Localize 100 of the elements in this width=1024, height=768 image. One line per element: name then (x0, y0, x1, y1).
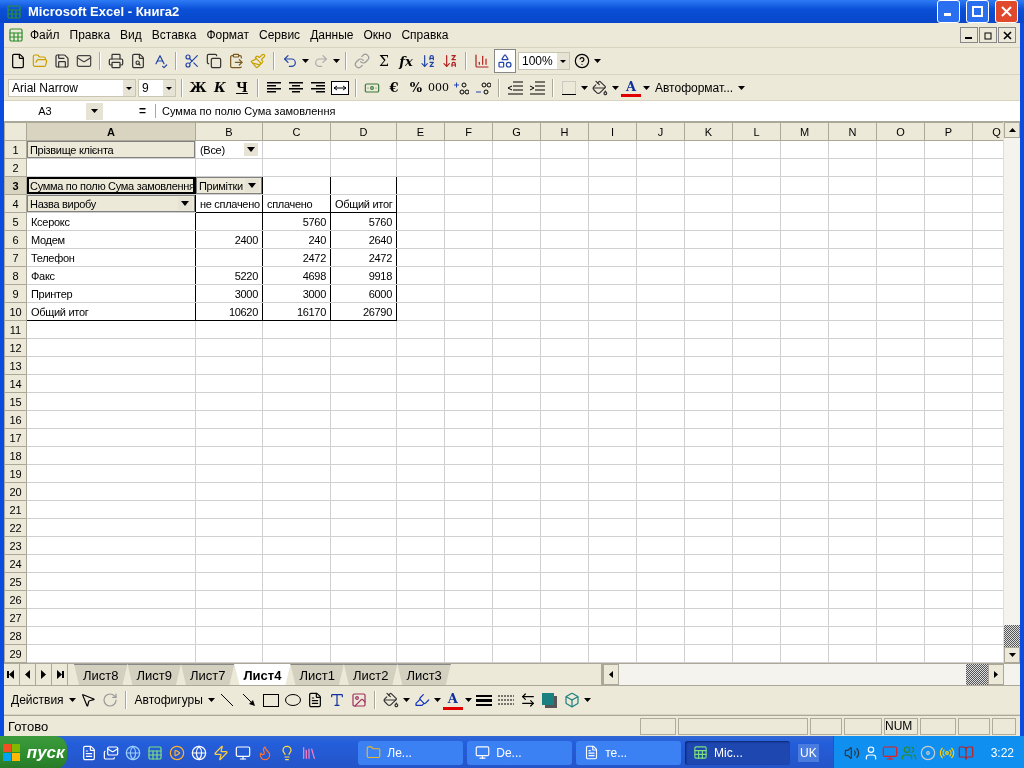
font-field[interactable]: Arial Narrow (8, 78, 136, 97)
bold-button[interactable]: Ж (188, 76, 208, 99)
column-header[interactable]: N (828, 122, 877, 141)
previous-sheet-icon[interactable] (23, 670, 32, 679)
dropdown-icon[interactable] (91, 109, 98, 113)
merge-center-icon[interactable] (331, 80, 349, 95)
caret-icon[interactable] (464, 698, 472, 702)
column-header[interactable]: L (732, 122, 781, 141)
language-indicator[interactable]: UK (798, 743, 819, 762)
workbook-icon[interactable] (8, 27, 24, 43)
sheet-tab[interactable]: Лист1 (290, 664, 344, 685)
print-preview-icon[interactable] (130, 53, 146, 69)
column-header[interactable]: P (924, 122, 973, 141)
insert-picture-icon[interactable] (350, 692, 367, 708)
sheet-tab[interactable]: Лист4 (234, 664, 291, 685)
pivot-field-button[interactable]: Прізвище клієнта (27, 141, 195, 158)
dropdown-icon[interactable] (244, 143, 258, 156)
last-sheet-icon[interactable] (55, 670, 64, 679)
function-button[interactable]: fx (396, 50, 416, 72)
dash-style-icon[interactable] (497, 694, 514, 706)
mail-icon[interactable] (103, 744, 120, 761)
column-header[interactable]: F (444, 122, 493, 141)
increase-decimal-icon[interactable] (453, 80, 469, 95)
taskbar-button[interactable]: Ле... (358, 740, 464, 765)
new-document-icon[interactable] (10, 53, 26, 69)
taskbar-button[interactable]: те... (576, 740, 682, 765)
menu-item[interactable]: Вставка (147, 26, 201, 44)
copy-icon[interactable] (206, 53, 222, 69)
close-button[interactable] (998, 27, 1016, 43)
align-left-icon[interactable] (266, 80, 282, 95)
menu-item[interactable]: Вид (116, 26, 146, 44)
caret-icon[interactable] (402, 698, 410, 702)
caret-icon[interactable] (207, 698, 215, 702)
sheet-tab[interactable]: Лист9 (127, 664, 181, 685)
column-header[interactable]: E (396, 122, 445, 141)
arrow-style-icon[interactable] (519, 692, 536, 708)
undo-icon[interactable] (282, 53, 298, 69)
menu-item[interactable]: Формат (202, 26, 254, 44)
dropdown-icon[interactable] (245, 179, 259, 192)
caret-icon[interactable] (302, 59, 309, 63)
dropdown-icon[interactable] (178, 197, 192, 210)
borders-icon[interactable] (562, 80, 576, 95)
help-icon[interactable] (574, 53, 590, 69)
caret-icon[interactable] (433, 698, 441, 702)
dropdown-icon[interactable] (123, 79, 135, 96)
column-header[interactable]: B (195, 122, 263, 141)
menu-item[interactable]: Данные (306, 26, 358, 44)
shadow-icon[interactable] (542, 692, 558, 708)
chart-icon[interactable] (474, 53, 490, 69)
fill-color-icon[interactable] (592, 79, 608, 96)
lightning-icon[interactable] (213, 744, 230, 761)
column-header[interactable]: G (492, 122, 541, 141)
autoformat-button[interactable]: Автоформат... (652, 80, 737, 95)
italic-button[interactable]: К (210, 76, 230, 99)
drawing-icon[interactable] (497, 53, 513, 69)
globe-icon[interactable] (191, 744, 208, 761)
sheet-tab[interactable]: Лист7 (180, 664, 235, 685)
speaker-icon[interactable] (843, 744, 860, 761)
paste-icon[interactable] (228, 53, 244, 69)
minimize-button[interactable] (960, 27, 978, 43)
caret-icon[interactable] (68, 698, 76, 702)
caret-icon[interactable] (643, 85, 650, 90)
caret-icon[interactable] (612, 85, 619, 90)
spreadsheet-icon[interactable] (147, 744, 164, 761)
column-header[interactable]: O (876, 122, 925, 141)
3d-icon[interactable] (563, 692, 580, 708)
sort-descending-icon[interactable] (442, 53, 458, 69)
mail-icon[interactable] (76, 53, 92, 69)
caret-icon[interactable] (583, 698, 591, 702)
next-sheet-icon[interactable] (39, 670, 48, 679)
align-right-icon[interactable] (310, 80, 326, 95)
scroll-up-icon[interactable] (1008, 128, 1016, 132)
column-header[interactable]: I (588, 122, 637, 141)
wordart-icon[interactable] (328, 692, 345, 708)
menu-item[interactable]: Правка (65, 26, 115, 44)
media-player-icon[interactable] (169, 744, 186, 761)
caret-icon[interactable] (738, 85, 746, 90)
align-center-icon[interactable] (288, 80, 304, 95)
line-style-icon[interactable] (475, 694, 492, 706)
column-header[interactable]: Q (972, 122, 1003, 141)
pivot-field-button[interactable]: Назва виробу (27, 195, 195, 212)
zoom-field[interactable]: 100% (518, 52, 570, 70)
underline-button[interactable]: Ч (232, 76, 252, 99)
percent-button[interactable]: % (406, 76, 426, 99)
sort-ascending-icon[interactable] (420, 53, 436, 69)
sheet-tab[interactable]: Лист3 (397, 664, 451, 685)
fill-color-icon[interactable] (382, 692, 399, 708)
scroll-left-icon[interactable] (608, 671, 613, 678)
taskbar-button[interactable]: Mic... (685, 740, 790, 765)
browser-icon[interactable] (125, 744, 142, 761)
column-header[interactable]: J (636, 122, 685, 141)
column-header[interactable]: K (684, 122, 733, 141)
sheet-tab[interactable]: Лист8 (74, 664, 128, 685)
pointer-icon[interactable] (79, 692, 96, 708)
print-icon[interactable] (108, 53, 124, 69)
dropdown-icon[interactable] (557, 53, 569, 69)
scroll-down-icon[interactable] (1008, 653, 1016, 657)
vertical-scrollbar[interactable] (1003, 122, 1020, 663)
ellipse-icon[interactable] (284, 694, 301, 706)
column-header[interactable]: M (780, 122, 829, 141)
